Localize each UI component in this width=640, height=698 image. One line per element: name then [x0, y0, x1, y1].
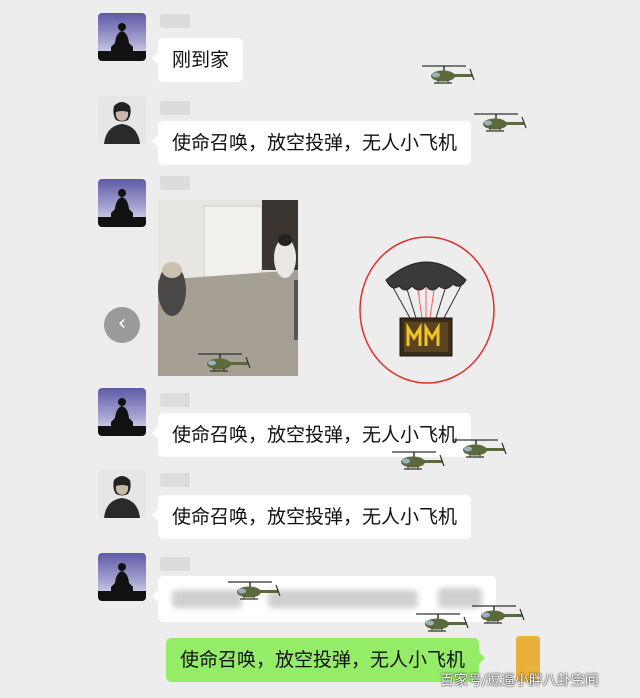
airdrop-crate-icon — [356, 234, 498, 386]
back-button[interactable]: ‹ — [104, 307, 140, 343]
message-text: 使命召唤，放空投弹，无人小飞机 — [172, 424, 458, 446]
blurred-text — [268, 590, 418, 608]
sender-name — [160, 101, 190, 115]
man-avatar-icon[interactable] — [98, 96, 146, 144]
helicopter-icon — [222, 578, 282, 604]
sender-name — [160, 557, 190, 571]
helicopter-icon — [468, 110, 528, 136]
my-message-bubble[interactable]: 使命召唤，放空投弹，无人小飞机 — [166, 638, 486, 682]
message-text: 使命召唤，放空投弹，无人小飞机 — [180, 649, 466, 671]
helicopter-icon — [448, 436, 508, 462]
sender-name — [160, 393, 190, 407]
helicopter-icon — [410, 610, 470, 636]
sender-name — [160, 473, 190, 487]
helicopter-icon — [416, 62, 476, 88]
helicopter-icon — [386, 448, 446, 474]
sender-name — [160, 14, 190, 28]
message-bubble[interactable]: 使命召唤，放空投弹，无人小飞机 — [151, 495, 472, 539]
buddha-avatar-icon[interactable] — [98, 553, 146, 601]
man-avatar-icon[interactable] — [98, 470, 146, 518]
helicopter-icon — [466, 602, 526, 628]
watermark: 百家号/逗逼小胖八卦空间 — [440, 673, 599, 689]
buddha-avatar-icon[interactable] — [98, 179, 146, 227]
buddha-avatar-icon[interactable] — [98, 388, 146, 436]
buddha-avatar-icon[interactable] — [98, 13, 146, 61]
back-arrow-icon: ‹ — [117, 311, 127, 336]
message-bubble[interactable]: 刚到家 — [151, 38, 244, 82]
sender-name — [160, 176, 190, 190]
message-text: 刚到家 — [172, 49, 230, 71]
message-bubble[interactable]: 使命召唤，放空投弹，无人小飞机 — [151, 121, 472, 165]
message-text: 使命召唤，放空投弹，无人小飞机 — [172, 132, 458, 154]
message-text: 使命召唤，放空投弹，无人小飞机 — [172, 506, 458, 528]
helicopter-icon — [192, 350, 252, 376]
